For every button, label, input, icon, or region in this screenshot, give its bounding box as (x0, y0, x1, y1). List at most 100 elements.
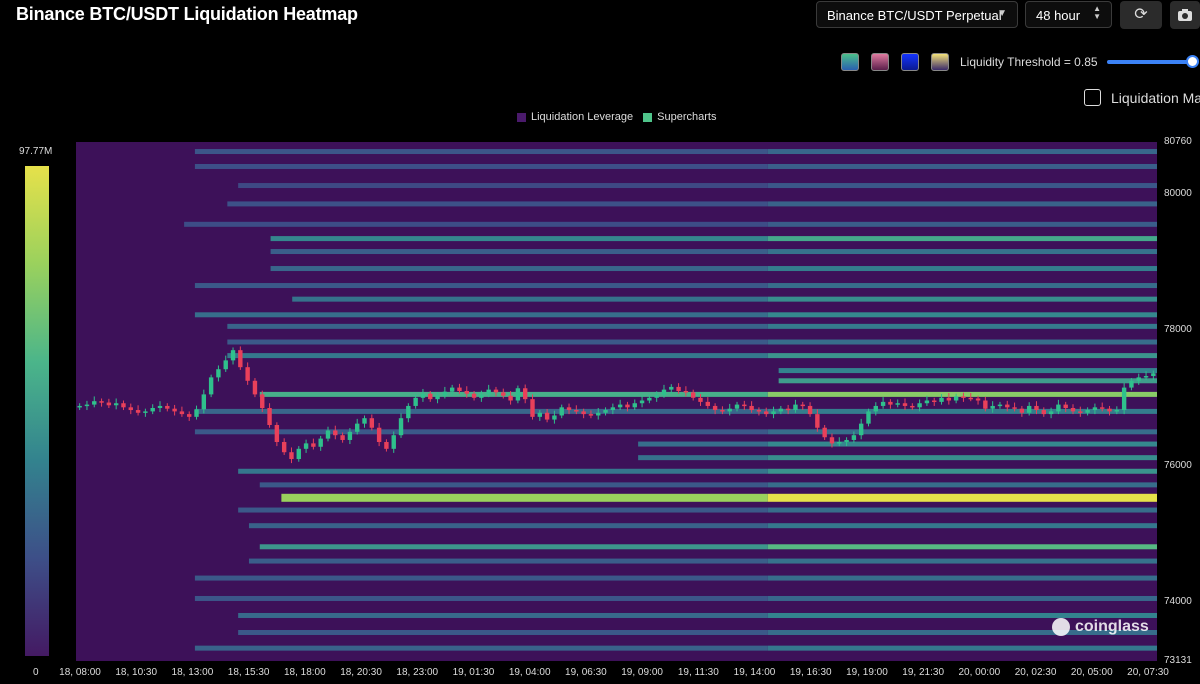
threshold-label: Liquidity Threshold = 0.85 (960, 55, 1098, 69)
candlestick (238, 346, 243, 370)
colorbar (25, 166, 49, 656)
y-tick-label: 80000 (1164, 187, 1192, 199)
liquidation-band-recent (778, 378, 1157, 384)
legend-label: Supercharts (657, 111, 717, 123)
liquidation-map-label: Liquidation Ma (1111, 90, 1200, 106)
liquidation-band (227, 339, 768, 345)
candlestick (77, 403, 82, 411)
palette-swatch-rose[interactable] (871, 53, 889, 71)
candlestick (267, 403, 272, 428)
colorbar-min-label: 0 (33, 667, 39, 678)
liquidation-band-recent (767, 149, 1157, 155)
liquidation-band-recent (767, 353, 1157, 359)
range-select[interactable]: 48 hour ▲ ▼ (1025, 1, 1112, 28)
candlestick (975, 395, 981, 405)
range-select-value: 48 hour (1036, 8, 1081, 23)
liquidation-band-recent (767, 507, 1157, 513)
candlestick (632, 399, 637, 411)
threshold-slider-thumb[interactable] (1186, 55, 1199, 68)
candlestick (362, 415, 367, 428)
liquidation-band (638, 455, 768, 461)
colorbar-max-label: 97.77M (19, 146, 53, 157)
liquidation-band-recent (767, 391, 1157, 397)
heatmap-plot[interactable] (76, 142, 1157, 661)
candlestick (303, 439, 309, 453)
candlestick (208, 374, 214, 398)
refresh-button[interactable]: ⟳ (1120, 1, 1162, 29)
liquidation-band-recent (767, 249, 1157, 255)
candlestick (742, 400, 747, 411)
palette-swatch-viridis[interactable] (841, 53, 859, 71)
pair-select[interactable]: Binance BTC/USDT Perpetual ▼ (816, 1, 1018, 28)
candlestick (1041, 407, 1046, 417)
y-tick-label: 73131 (1164, 655, 1192, 666)
chart-legend: Liquidation Leverage Supercharts (517, 111, 716, 123)
refresh-icon: ⟳ (1134, 6, 1148, 23)
legend-item-supercharts[interactable]: Supercharts (643, 111, 716, 123)
liquidation-band-recent (767, 201, 1157, 207)
candlestick (997, 401, 1003, 409)
candlestick (771, 406, 776, 419)
candlestick (1019, 405, 1025, 417)
candlestick (230, 347, 236, 365)
candlestick (384, 439, 389, 452)
x-tick-label: 20, 05:00 (1070, 667, 1113, 678)
candlestick (143, 408, 148, 417)
x-tick-label: 18, 08:00 (59, 667, 101, 678)
x-tick-label: 20, 07:30 (1127, 667, 1169, 678)
candlestick (172, 404, 177, 416)
x-tick-label: 19, 11:30 (677, 667, 719, 678)
x-tick-label: 18, 23:00 (396, 667, 439, 678)
legend-label: Liquidation Leverage (531, 111, 634, 123)
liquidation-band-recent (767, 323, 1157, 329)
x-tick-label: 19, 16:30 (789, 667, 832, 678)
candlestick (902, 398, 908, 411)
liquidation-band-recent (767, 468, 1157, 474)
legend-item-liquidation-leverage[interactable]: Liquidation Leverage (517, 111, 633, 123)
candlestick (311, 438, 316, 450)
x-tick-label: 19, 19:00 (846, 667, 888, 678)
threshold-slider-track[interactable] (1107, 60, 1195, 64)
liquidation-band-recent (767, 455, 1157, 461)
liquidation-band (292, 296, 768, 302)
candlestick (252, 378, 258, 398)
x-tick-label: 19, 01:30 (452, 667, 495, 678)
candlestick (1085, 407, 1090, 416)
screenshot-button[interactable] (1170, 1, 1200, 29)
candlestick (398, 413, 404, 438)
candlestick (325, 426, 331, 442)
liquidation-band (238, 629, 768, 635)
liquidation-band (184, 221, 768, 227)
liquidation-map-checkbox[interactable] (1084, 89, 1101, 106)
liquidation-band-recent (778, 368, 1157, 374)
camera-icon (1178, 9, 1192, 21)
x-tick-label: 19, 09:00 (621, 667, 663, 678)
x-tick-label: 20, 00:00 (958, 667, 1001, 678)
candlestick (522, 384, 528, 404)
palette-swatch-blue[interactable] (901, 53, 919, 71)
liquidation-band-recent (767, 441, 1157, 447)
candlestick (281, 438, 287, 455)
candlestick (135, 405, 141, 416)
liquidation-band (270, 266, 768, 272)
liquidation-band (194, 163, 768, 169)
chevron-updown-icon: ▲ ▼ (1093, 4, 1101, 21)
x-tick-label: 19, 21:30 (902, 667, 945, 678)
candlestick (420, 388, 426, 402)
liquidation-band-recent (767, 544, 1157, 550)
liquidation-band (238, 612, 768, 618)
candlestick (333, 425, 338, 440)
liquidation-band (194, 575, 768, 581)
liquidation-band-recent (767, 558, 1157, 564)
liquidation-band (638, 441, 768, 447)
candlestick (391, 431, 396, 453)
candlestick (187, 411, 192, 421)
x-tick-label: 18, 13:00 (171, 667, 214, 678)
candlestick (318, 435, 323, 451)
palette-swatch-sunset[interactable] (931, 53, 949, 71)
liquidation-band-recent (767, 163, 1157, 169)
candlestick (501, 388, 506, 399)
candlestick (121, 400, 126, 411)
candlestick (1121, 382, 1127, 415)
x-tick-label: 19, 04:00 (508, 667, 551, 678)
